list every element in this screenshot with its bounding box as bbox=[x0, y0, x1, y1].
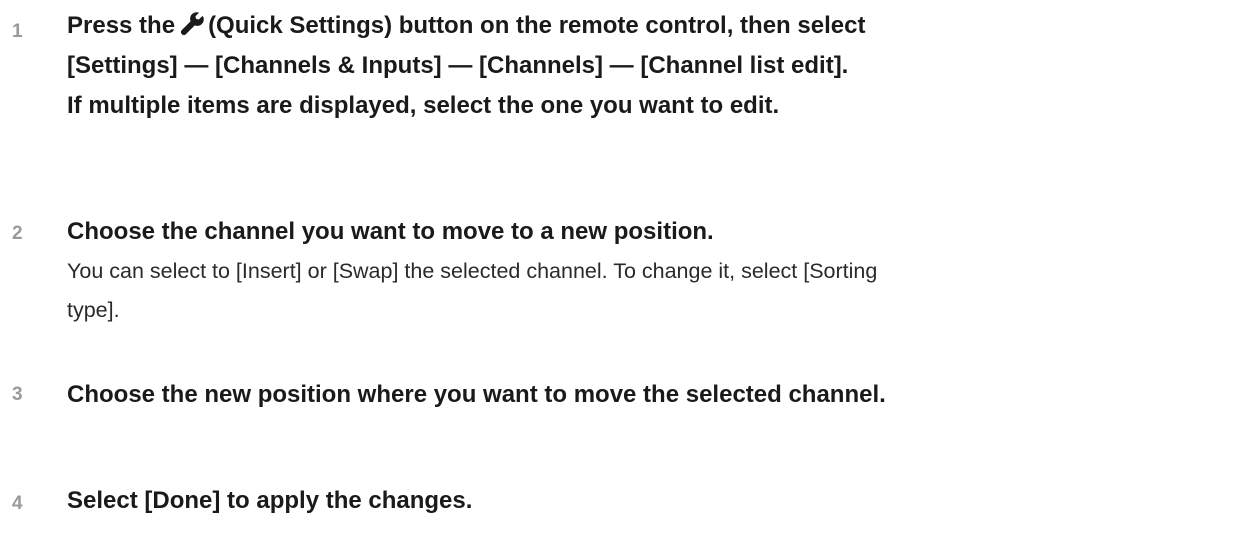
step-description: You can select to [Insert] or [Swap] the… bbox=[67, 259, 878, 283]
step-title: Select [Done] to apply the changes. bbox=[67, 487, 473, 514]
step-description: type]. bbox=[67, 298, 120, 322]
step-text-segment: (Quick Settings) button on the remote co… bbox=[208, 12, 866, 39]
step-text: Choose the channel you want to move to a… bbox=[67, 212, 1227, 330]
step-number: 1 bbox=[12, 21, 23, 42]
step-title: Choose the channel you want to move to a… bbox=[67, 218, 714, 245]
step-line: If multiple items are displayed, select … bbox=[67, 92, 780, 119]
step-text: Choose the new position where you want t… bbox=[67, 375, 1227, 415]
step-text: Press the (Quick Settings) button on the … bbox=[67, 6, 1227, 126]
step-line: [Settings] — [Channels & Inputs] — [Chan… bbox=[67, 52, 849, 79]
step-title: Choose the new position where you want t… bbox=[67, 381, 886, 408]
step-text-segment: Press the bbox=[67, 12, 176, 39]
wrench-icon bbox=[180, 12, 204, 36]
step-text: Select [Done] to apply the changes. bbox=[67, 481, 1227, 521]
instruction-steps: 1 Press the (Quick Settings) button on th… bbox=[0, 0, 1236, 545]
step-number: 4 bbox=[12, 493, 23, 514]
step-number: 3 bbox=[12, 384, 23, 405]
step-number: 2 bbox=[12, 223, 23, 244]
step-line: Press the (Quick Settings) button on the … bbox=[67, 6, 1227, 46]
